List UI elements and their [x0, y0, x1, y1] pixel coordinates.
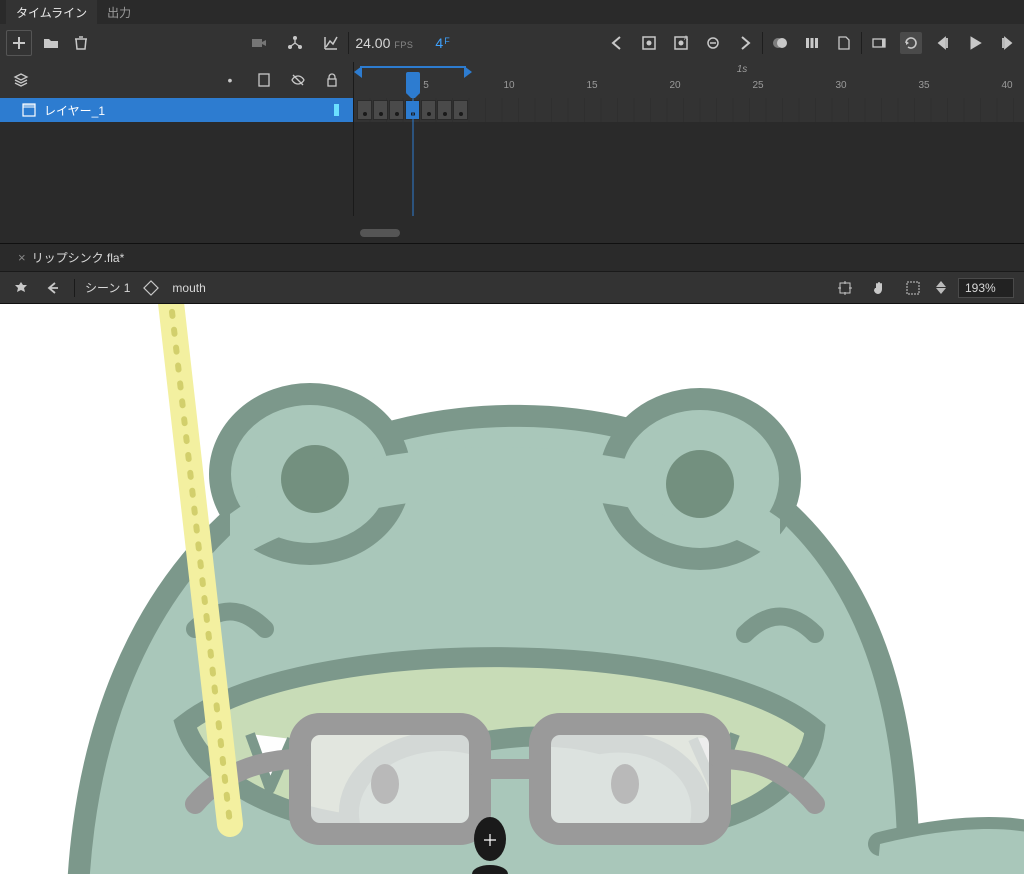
layers-icon[interactable]: [10, 69, 32, 91]
zoom-up-icon[interactable]: [936, 281, 946, 287]
parenting-view-icon[interactable]: [284, 32, 306, 54]
breadcrumb-scene-label: シーン 1: [85, 279, 130, 296]
close-tab-icon[interactable]: ×: [18, 250, 26, 265]
divider: [348, 32, 349, 54]
stage[interactable]: [0, 304, 1024, 874]
insert-blank-keyframe-button[interactable]: [702, 32, 724, 54]
track-area[interactable]: [354, 98, 1024, 216]
auto-keyframe-button[interactable]: A: [670, 32, 692, 54]
center-frame-button[interactable]: [868, 32, 890, 54]
add-layer-button[interactable]: [6, 30, 32, 56]
keyframe-cell[interactable]: [389, 100, 404, 120]
timeline-toolbar: 24.00 FPS 4 F A: [0, 24, 1024, 62]
highlight-column-icon[interactable]: •: [219, 69, 241, 91]
panel-tabs: タイムライン 出力: [0, 0, 1024, 24]
graph-icon[interactable]: [320, 32, 342, 54]
keyframe-cell[interactable]: [437, 100, 452, 120]
document-tabs: × リップシンク.fla*: [0, 244, 1024, 272]
ruler-tick-label: 20: [669, 80, 680, 91]
ruler-time-marker: 1s: [737, 64, 748, 75]
outline-column-icon[interactable]: [253, 69, 275, 91]
symbol-icon: [140, 277, 162, 299]
layer-row[interactable]: レイヤー_1: [0, 98, 353, 122]
document-filename: リップシンク.fla*: [32, 249, 125, 266]
onion-skin-button[interactable]: [769, 32, 791, 54]
step-back-button[interactable]: [932, 32, 954, 54]
back-button[interactable]: [42, 277, 64, 299]
keyframe-cell[interactable]: [453, 100, 468, 120]
edit-bar: シーン 1 mouth 193%: [0, 272, 1024, 304]
lock-column-icon[interactable]: [321, 69, 343, 91]
timeline-scrollbar[interactable]: [360, 229, 400, 237]
fps-label: FPS: [394, 40, 413, 50]
timeline-panel: タイムライン 出力: [0, 0, 1024, 244]
scene-menu-icon[interactable]: [10, 277, 32, 299]
layer-type-icon: [22, 103, 36, 117]
ruler-tick-label: 30: [835, 80, 846, 91]
track-row[interactable]: [354, 98, 1024, 122]
visibility-column-icon[interactable]: [287, 69, 309, 91]
play-button[interactable]: [964, 32, 986, 54]
keyframe-cell[interactable]: [357, 100, 372, 120]
layer-name: レイヤー_1: [44, 102, 105, 119]
ruler-tick-label: 40: [1001, 80, 1012, 91]
track-row-empty: [354, 122, 1024, 216]
breadcrumb-symbol-label: mouth: [172, 281, 205, 295]
fps-value: 24.00: [355, 35, 390, 51]
frame-number: 4: [435, 35, 443, 51]
loop-button[interactable]: [900, 32, 922, 54]
tab-output[interactable]: 出力: [97, 0, 141, 24]
frame-suffix: F: [444, 36, 450, 46]
camera-icon[interactable]: [248, 32, 270, 54]
svg-text:A: A: [684, 36, 688, 42]
ruler-row: • 1s 5 10 15 20 25 30 35: [0, 62, 1024, 98]
document-tab[interactable]: × リップシンク.fla*: [8, 245, 134, 270]
keyframe-cell[interactable]: [373, 100, 388, 120]
marker-button[interactable]: [833, 32, 855, 54]
zoom-stepper[interactable]: [936, 281, 946, 294]
keyframe-cell[interactable]: [421, 100, 436, 120]
insert-keyframe-button[interactable]: [638, 32, 660, 54]
ruler-tick-label: 10: [503, 80, 514, 91]
layer-highlight-swatch[interactable]: [334, 104, 339, 116]
ruler-tick-label: 15: [586, 80, 597, 91]
timeline-ruler[interactable]: 1s 5 10 15 20 25 30 35 40: [354, 62, 1024, 98]
playhead-line: [413, 98, 414, 216]
current-frame-display[interactable]: 4 F: [435, 35, 449, 51]
tab-timeline[interactable]: タイムライン: [6, 0, 97, 24]
edit-multiple-frames-button[interactable]: [801, 32, 823, 54]
layers-list: レイヤー_1: [0, 98, 354, 216]
layers-area: レイヤー_1: [0, 98, 1024, 216]
step-forward-button[interactable]: [996, 32, 1018, 54]
delete-button[interactable]: [70, 32, 92, 54]
next-keyframe-button[interactable]: [734, 32, 756, 54]
prev-keyframe-button[interactable]: [606, 32, 628, 54]
zoom-down-icon[interactable]: [936, 288, 946, 294]
fps-display[interactable]: 24.00 FPS: [355, 35, 413, 51]
zoom-input[interactable]: 193%: [958, 278, 1014, 298]
clip-center-icon[interactable]: [834, 277, 856, 299]
hand-tool-icon[interactable]: [868, 277, 890, 299]
divider: [762, 32, 763, 54]
ruler-tick-label: 35: [918, 80, 929, 91]
breadcrumb-symbol[interactable]: mouth: [172, 281, 205, 295]
canvas-artwork: [0, 304, 1024, 874]
divider: [861, 32, 862, 54]
ruler-tick-label: 25: [752, 80, 763, 91]
layer-header: •: [0, 62, 354, 98]
fit-screen-icon[interactable]: [902, 277, 924, 299]
new-folder-button[interactable]: [40, 32, 62, 54]
playhead[interactable]: [406, 72, 420, 94]
ruler-tick-label: 5: [423, 80, 429, 91]
breadcrumb-scene[interactable]: シーン 1: [85, 279, 130, 296]
